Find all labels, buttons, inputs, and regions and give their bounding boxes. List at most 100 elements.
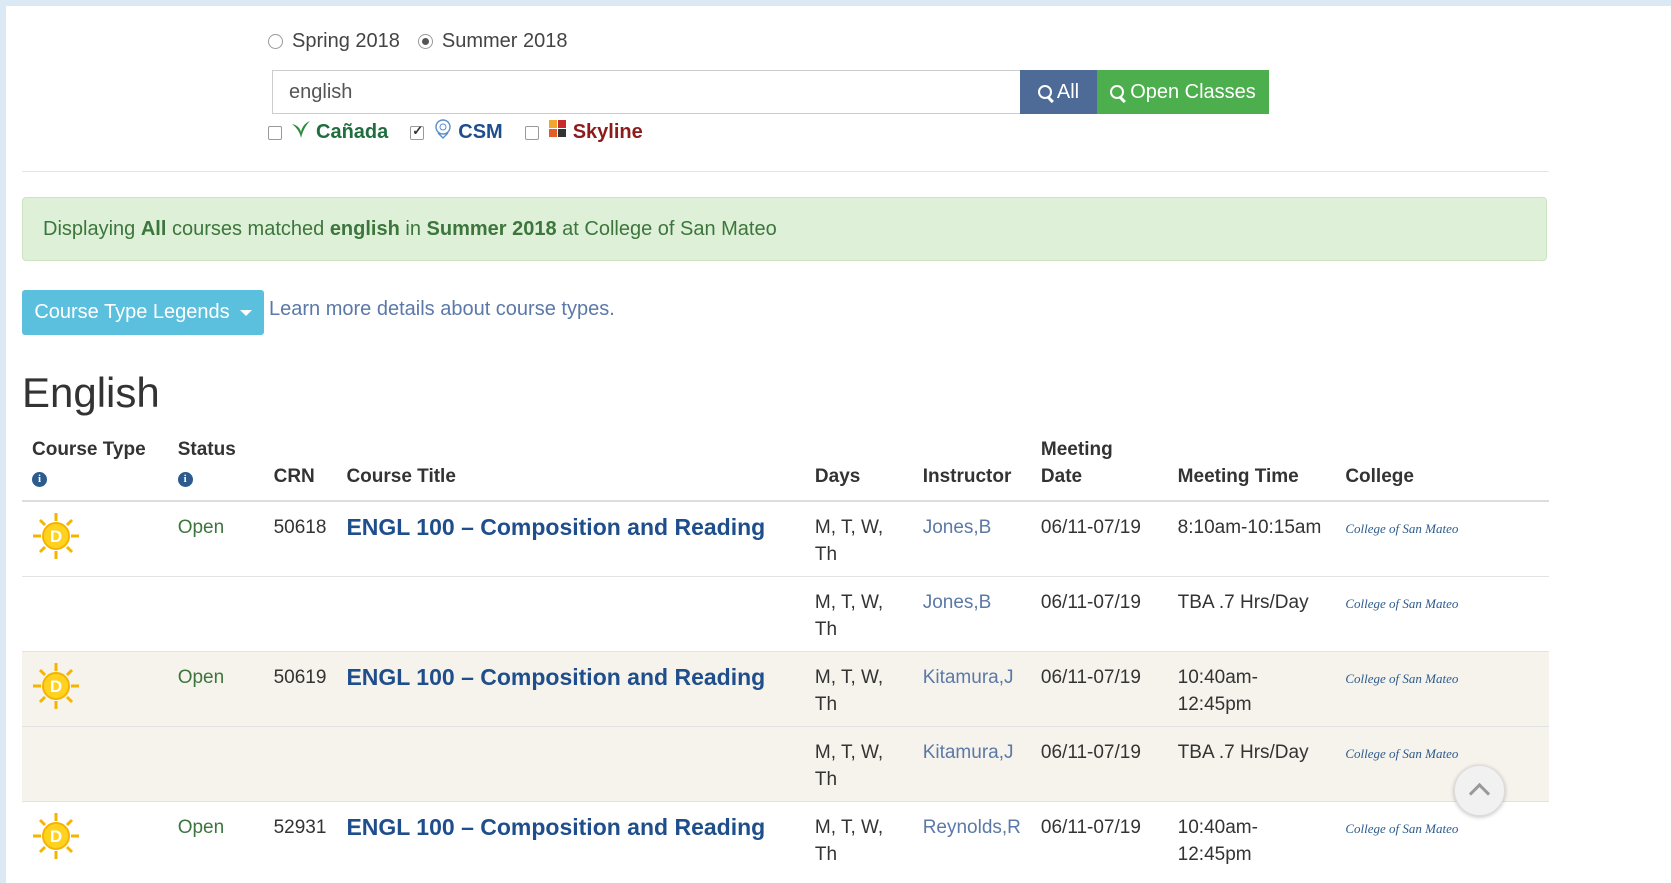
instructor-link[interactable]: Jones,B bbox=[923, 592, 992, 613]
college-cell: College of San Mateo bbox=[1335, 726, 1549, 802]
alert-text: Displaying All courses matched english i… bbox=[43, 217, 777, 240]
table-row: M, T, W, Th Kitamura,J 06/11-07/19 TBA .… bbox=[22, 726, 1549, 802]
term-option-summer[interactable]: Summer 2018 bbox=[417, 30, 568, 53]
days-cell: M, T, W, Th bbox=[804, 500, 913, 577]
time-cell: 10:40am-12:45pm bbox=[1167, 801, 1336, 876]
results-alert: Displaying All courses matched english i… bbox=[22, 197, 1547, 261]
checkbox-csm[interactable] bbox=[410, 123, 425, 140]
chevron-up-icon bbox=[1468, 782, 1491, 805]
course-type-cell: D bbox=[22, 651, 168, 727]
status-cell: Open bbox=[167, 801, 264, 876]
search-bar: All Open Classes bbox=[272, 70, 1269, 114]
instructor-link[interactable]: Jones,B bbox=[923, 517, 992, 538]
college-filter: Cañada CSM Skyline bbox=[268, 118, 665, 144]
instructor-cell: Reynolds,R bbox=[912, 801, 1031, 876]
time-cell: 10:40am-12:45pm bbox=[1167, 651, 1336, 727]
sun-day-icon: D bbox=[33, 813, 79, 859]
college-logo: College of San Mateo bbox=[1345, 521, 1459, 536]
header-meeting-date: Meeting Date bbox=[1030, 436, 1168, 502]
info-icon[interactable]: i bbox=[32, 472, 47, 487]
college-option-canada[interactable]: Cañada bbox=[268, 120, 389, 144]
header-instructor: Instructor bbox=[912, 436, 1031, 502]
radio-summer[interactable] bbox=[417, 34, 433, 49]
crn-cell bbox=[263, 576, 337, 652]
instructor-cell: Kitamura,J bbox=[912, 726, 1031, 802]
title-cell: ENGL 100 – Composition and Reading bbox=[336, 500, 805, 577]
college-label: Cañada bbox=[316, 121, 389, 143]
svg-text:D: D bbox=[50, 827, 62, 846]
college-option-skyline[interactable]: Skyline bbox=[524, 119, 643, 144]
status-cell: Open bbox=[167, 651, 264, 727]
info-icon[interactable]: i bbox=[177, 472, 193, 487]
title-cell: ENGL 100 – Composition and Reading bbox=[336, 651, 805, 727]
college-logo: College of San Mateo bbox=[1345, 596, 1459, 611]
svg-text:D: D bbox=[50, 527, 62, 546]
instructor-link[interactable]: Kitamura,J bbox=[923, 667, 1014, 688]
caret-down-icon bbox=[239, 309, 252, 316]
days-cell: M, T, W, Th bbox=[804, 801, 913, 876]
term-option-spring[interactable]: Spring 2018 bbox=[268, 30, 400, 53]
instructor-link[interactable]: Reynolds,R bbox=[923, 817, 1021, 838]
learn-more-link[interactable]: Learn more details about course types. bbox=[269, 298, 615, 321]
scroll-to-top-button[interactable] bbox=[1454, 765, 1505, 816]
header-course-title: Course Title bbox=[336, 436, 805, 502]
header-college: College bbox=[1335, 436, 1549, 502]
crn-cell: 50618 bbox=[263, 500, 337, 577]
sun-day-icon: D bbox=[33, 663, 79, 709]
search-open-label: Open Classes bbox=[1130, 80, 1256, 103]
table-row: D Open 50618 ENGL 100 – Composition and … bbox=[22, 500, 1549, 577]
page-frame: Spring 2018 Summer 2018 All Open Classes… bbox=[6, 6, 1671, 883]
radio-spring[interactable] bbox=[268, 34, 283, 49]
course-title-link[interactable]: ENGL 100 – Composition and Reading bbox=[346, 514, 765, 540]
table-row: D Open 52931 ENGL 100 – Composition and … bbox=[22, 801, 1549, 876]
search-input[interactable] bbox=[272, 70, 1020, 114]
skyline-blocks-icon bbox=[548, 119, 566, 137]
time-cell: TBA .7 Hrs/Day bbox=[1167, 576, 1336, 652]
table-row: M, T, W, Th Jones,B 06/11-07/19 TBA .7 H… bbox=[22, 576, 1549, 652]
title-cell bbox=[336, 576, 805, 652]
crn-cell bbox=[263, 726, 337, 802]
instructor-cell: Kitamura,J bbox=[912, 651, 1031, 727]
checkbox-canada[interactable] bbox=[268, 125, 282, 140]
college-option-csm[interactable]: CSM bbox=[410, 118, 503, 144]
header-days: Days bbox=[804, 436, 913, 502]
crn-cell: 52931 bbox=[263, 801, 337, 876]
college-cell: College of San Mateo bbox=[1335, 651, 1549, 727]
checkbox-skyline[interactable] bbox=[524, 125, 539, 140]
course-title-link[interactable]: ENGL 100 – Composition and Reading bbox=[346, 664, 765, 690]
date-cell: 06/11-07/19 bbox=[1030, 576, 1168, 652]
header-meeting-time: Meeting Time bbox=[1167, 436, 1336, 502]
csm-seal-icon bbox=[435, 118, 451, 139]
search-open-classes-button[interactable]: Open Classes bbox=[1097, 70, 1269, 114]
term-label: Spring 2018 bbox=[292, 30, 400, 52]
time-cell: TBA .7 Hrs/Day bbox=[1167, 726, 1336, 802]
instructor-cell: Jones,B bbox=[912, 576, 1031, 652]
time-cell: 8:10am-10:15am bbox=[1167, 500, 1336, 577]
search-all-button[interactable]: All bbox=[1020, 70, 1097, 114]
course-type-legends-button[interactable]: Course Type Legends bbox=[22, 290, 264, 335]
college-cell: College of San Mateo bbox=[1335, 801, 1549, 876]
college-label: CSM bbox=[458, 121, 503, 143]
college-logo: College of San Mateo bbox=[1345, 746, 1459, 761]
table-header-row: Course Type i Status i CRN Course Title Da… bbox=[22, 436, 1549, 502]
header-course-type: Course Type i bbox=[22, 436, 168, 502]
college-logo: College of San Mateo bbox=[1345, 821, 1459, 836]
sun-day-icon: D bbox=[33, 513, 79, 559]
instructor-cell: Jones,B bbox=[912, 500, 1031, 577]
term-selector: Spring 2018 Summer 2018 bbox=[268, 30, 586, 53]
header-status: Status i bbox=[167, 436, 264, 502]
header-crn: CRN bbox=[263, 436, 337, 502]
table-row: D Open 50619 ENGL 100 – Composition and … bbox=[22, 651, 1549, 727]
title-cell bbox=[336, 726, 805, 802]
instructor-link[interactable]: Kitamura,J bbox=[923, 742, 1014, 763]
days-cell: M, T, W, Th bbox=[804, 651, 913, 727]
date-cell: 06/11-07/19 bbox=[1030, 726, 1168, 802]
legend-button-label: Course Type Legends bbox=[34, 301, 230, 323]
college-label: Skyline bbox=[572, 121, 643, 143]
search-icon bbox=[1110, 84, 1125, 100]
search-all-label: All bbox=[1056, 80, 1080, 103]
course-type-cell: D bbox=[22, 500, 168, 577]
course-title-link[interactable]: ENGL 100 – Composition and Reading bbox=[346, 814, 765, 840]
course-type-cell bbox=[22, 576, 168, 652]
course-table: Course Type i Status i CRN Course Title Da… bbox=[22, 436, 1549, 876]
